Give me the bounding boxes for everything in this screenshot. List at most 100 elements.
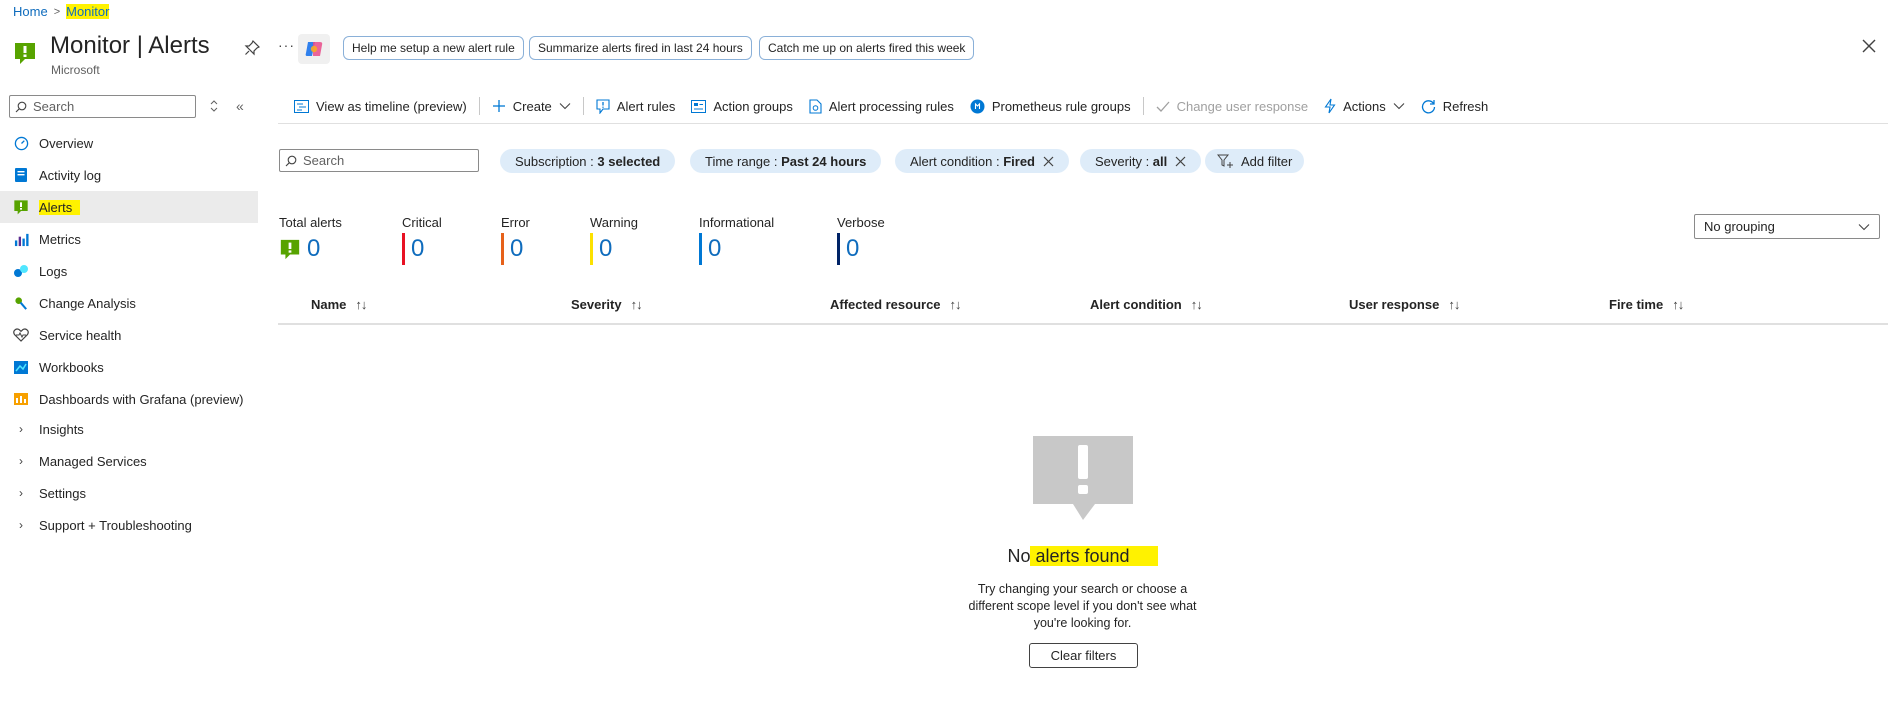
create-button[interactable]: Create — [484, 99, 579, 114]
remove-filter-icon[interactable] — [1175, 156, 1186, 167]
column-header-severity[interactable]: Severity ↑↓ — [571, 297, 643, 312]
summary-critical[interactable]: Critical 0 — [402, 215, 442, 265]
sidebar-item-insights[interactable]: › Insights — [0, 413, 258, 445]
plus-icon — [492, 100, 505, 112]
summary-warning[interactable]: Warning 0 — [590, 215, 638, 265]
sort-arrows-icon[interactable]: ↑↓ — [950, 297, 962, 312]
severity-bar-warning — [590, 233, 593, 265]
alerts-search-input[interactable]: Search — [279, 149, 479, 172]
empty-title-prefix: No — [1007, 546, 1031, 566]
sidebar-item-grafana[interactable]: Dashboards with Grafana (preview) — [0, 383, 258, 415]
alert-condition-filter-label: Alert condition : — [910, 153, 1004, 169]
sort-arrows-icon[interactable]: ↑↓ — [1672, 297, 1684, 312]
subscription-filter-pill[interactable]: Subscription : 3 selected — [500, 149, 676, 173]
collapse-sidebar-icon[interactable]: « — [236, 98, 244, 114]
sort-arrows-icon[interactable]: ↑↓ — [355, 297, 367, 312]
add-filter-button[interactable]: Add filter — [1205, 149, 1305, 173]
sidebar-item-alerts[interactable]: Alerts — [0, 191, 258, 223]
copilot-icon[interactable] — [298, 34, 330, 64]
sort-arrows-icon[interactable]: ↑↓ — [1448, 297, 1460, 312]
summary-count: 0 — [411, 235, 425, 262]
logs-icon — [13, 263, 29, 279]
prometheus-rule-groups-button[interactable]: Prometheus rule groups — [962, 99, 1139, 114]
column-header-user-response[interactable]: User response ↑↓ — [1349, 297, 1460, 312]
prompt-setup-alert-rule-button[interactable]: Help me setup a new alert rule — [343, 36, 524, 60]
severity-filter-pill[interactable]: Severity : all — [1080, 149, 1202, 173]
sidebar-item-service-health[interactable]: Service health — [0, 319, 258, 351]
alert-processing-rules-button[interactable]: Alert processing rules — [801, 99, 962, 114]
table-header-divider — [278, 323, 1888, 325]
grouping-value: No grouping — [1704, 219, 1775, 234]
refresh-icon — [1421, 99, 1435, 113]
sidebar-item-label: Logs — [39, 263, 68, 279]
sidebar-item-metrics[interactable]: Metrics — [0, 223, 258, 255]
prompt-summarize-alerts-button[interactable]: Summarize alerts fired in last 24 hours — [529, 36, 752, 60]
close-icon[interactable] — [1860, 37, 1878, 55]
prometheus-icon — [970, 99, 985, 113]
sidebar-item-change-analysis[interactable]: Change Analysis — [0, 287, 258, 319]
pin-icon[interactable] — [244, 40, 260, 56]
summary-total-alerts[interactable]: Total alerts 0 — [279, 215, 342, 265]
heart-icon — [13, 327, 29, 343]
alerts-icon — [15, 43, 35, 64]
sidebar-item-label: Settings — [39, 485, 86, 501]
column-header-name[interactable]: Name ↑↓ — [311, 297, 367, 312]
breadcrumb-separator: > — [53, 5, 61, 18]
remove-filter-icon[interactable] — [1043, 156, 1054, 167]
column-label: Alert condition — [1090, 297, 1182, 312]
summary-label: Error — [501, 215, 530, 230]
sort-arrows-icon[interactable]: ↑↓ — [1191, 297, 1203, 312]
more-options-icon[interactable]: ··· — [278, 37, 295, 53]
change-user-response-button[interactable]: Change user response — [1148, 99, 1317, 114]
action-groups-button[interactable]: Action groups — [683, 99, 801, 114]
sidebar-item-label: Service health — [39, 327, 122, 343]
processing-rules-icon — [809, 98, 822, 114]
refresh-button[interactable]: Refresh — [1413, 99, 1497, 114]
time-range-filter-value: Past 24 hours — [781, 153, 867, 169]
summary-error[interactable]: Error 0 — [501, 215, 530, 265]
breadcrumb-home-link[interactable]: Home — [13, 4, 48, 19]
grouping-dropdown[interactable]: No grouping — [1694, 214, 1880, 239]
sidebar-search-input[interactable]: Search — [9, 95, 196, 118]
breadcrumb: Home > Monitor — [13, 4, 110, 19]
summary-count: 0 — [307, 235, 321, 262]
alert-condition-filter-value: Fired — [1003, 153, 1036, 169]
sidebar-item-logs[interactable]: Logs — [0, 255, 258, 287]
sort-icon[interactable] — [208, 99, 220, 113]
alert-condition-filter-pill[interactable]: Alert condition : Fired — [895, 149, 1070, 173]
severity-bar-verbose — [837, 233, 840, 265]
refresh-label: Refresh — [1442, 98, 1489, 114]
add-filter-label: Add filter — [1241, 153, 1293, 169]
clear-filters-button[interactable]: Clear filters — [1029, 643, 1138, 668]
actions-button[interactable]: Actions — [1316, 98, 1413, 114]
sidebar-item-overview[interactable]: Overview — [0, 127, 258, 159]
sidebar-item-workbooks[interactable]: Workbooks — [0, 351, 258, 383]
severity-bar-critical — [402, 233, 405, 265]
empty-title-highlight: alerts found — [1030, 546, 1158, 566]
alert-rules-button[interactable]: Alert rules — [588, 99, 684, 114]
time-range-filter-pill[interactable]: Time range : Past 24 hours — [690, 149, 882, 173]
column-header-alert-condition[interactable]: Alert condition ↑↓ — [1090, 297, 1203, 312]
sidebar-item-label: Overview — [39, 135, 94, 151]
action-groups-icon — [691, 99, 707, 113]
empty-alert-icon — [1033, 436, 1133, 520]
sidebar-item-managed-services[interactable]: › Managed Services — [0, 445, 258, 477]
sidebar-item-support-troubleshooting[interactable]: › Support + Troubleshooting — [0, 509, 258, 541]
sidebar-item-label: Managed Services — [39, 453, 147, 469]
column-label: User response — [1349, 297, 1440, 312]
sidebar-item-activity-log[interactable]: Activity log — [0, 159, 258, 191]
sort-arrows-icon[interactable]: ↑↓ — [631, 297, 643, 312]
summary-verbose[interactable]: Verbose 0 — [837, 215, 885, 265]
summary-informational[interactable]: Informational 0 — [699, 215, 774, 265]
breadcrumb-monitor-link[interactable]: Monitor — [66, 4, 110, 19]
view-timeline-label: View as timeline (preview) — [316, 98, 467, 114]
prompt-catch-up-button[interactable]: Catch me up on alerts fired this week — [759, 36, 975, 60]
alerts-icon — [280, 239, 300, 260]
summary-label: Informational — [699, 215, 775, 230]
metrics-icon — [13, 231, 29, 247]
column-header-fire-time[interactable]: Fire time ↑↓ — [1609, 297, 1684, 312]
view-timeline-button[interactable]: View as timeline (preview) — [286, 99, 475, 114]
alerts-search-placeholder: Search — [303, 153, 345, 168]
sidebar-item-settings[interactable]: › Settings — [0, 477, 258, 509]
column-header-affected-resource[interactable]: Affected resource ↑↓ — [830, 297, 962, 312]
